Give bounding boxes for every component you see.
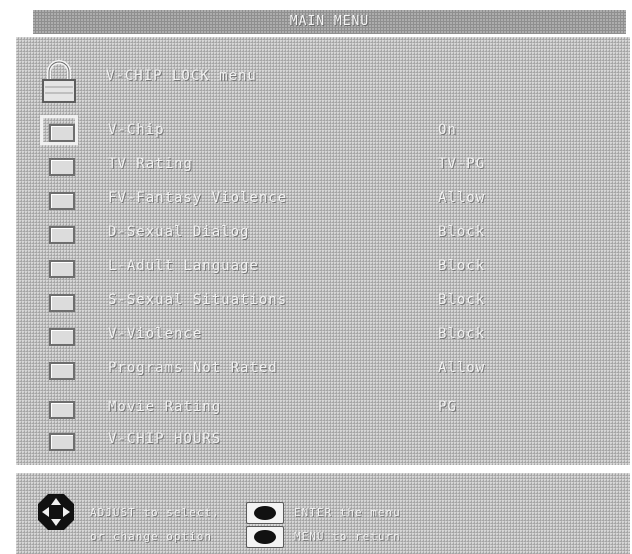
menu-item-label: FV-Fantasy Violence	[108, 190, 288, 206]
lock-icon	[42, 60, 76, 103]
enter-button-icon	[246, 502, 284, 524]
menu-item-label: D-Sexual Dialog	[108, 224, 250, 240]
menu-item-label: S-Sexual Situations	[108, 292, 288, 308]
help-text-change-option: or change option	[90, 530, 212, 543]
menu-item-value: Allow	[438, 360, 486, 376]
menu-item-label: L-Adult Language	[108, 258, 259, 274]
menu-item-value: Block	[438, 258, 486, 274]
menu-item-sexual-situations[interactable]: S-Sexual Situations Block	[16, 287, 630, 319]
item-box-icon	[49, 328, 75, 346]
item-box-icon	[49, 260, 75, 278]
menu-button-icon	[246, 526, 284, 548]
menu-panel: V-CHIP LOCK menu V-Chip On TV Rating TV-…	[16, 37, 630, 465]
title-bar: MAIN MENU	[33, 10, 626, 34]
menu-item-value: Block	[438, 326, 486, 342]
help-panel: ADJUST to select, or change option ENTER…	[16, 473, 630, 554]
menu-item-tv-rating[interactable]: TV Rating TV-PG	[16, 151, 630, 183]
item-box-icon	[49, 124, 75, 142]
menu-item-value: TV-PG	[438, 156, 486, 172]
menu-item-value: Block	[438, 292, 486, 308]
menu-item-label: Programs Not Rated	[108, 360, 278, 376]
item-box-icon	[49, 362, 75, 380]
menu-item-value: PG	[438, 399, 457, 415]
menu-item-programs-not-rated[interactable]: Programs Not Rated Allow	[16, 355, 630, 387]
menu-item-v-chip-hours[interactable]: V-CHIP HOURS	[16, 426, 630, 458]
menu-item-label: TV Rating	[108, 156, 193, 172]
help-text-menu: MENU to return	[294, 530, 401, 543]
item-box-icon	[49, 294, 75, 312]
item-box-icon	[49, 158, 75, 176]
menu-item-movie-rating[interactable]: Movie Rating PG	[16, 394, 630, 426]
menu-item-value: Allow	[438, 190, 486, 206]
menu-item-adult-language[interactable]: L-Adult Language Block	[16, 253, 630, 285]
menu-item-value: On	[438, 122, 457, 138]
v-chip-lock-menu-label: V-CHIP LOCK menu	[106, 68, 257, 84]
menu-item-label: Movie Rating	[108, 399, 222, 415]
item-box-icon	[49, 433, 75, 451]
menu-item-sexual-dialog[interactable]: D-Sexual Dialog Block	[16, 219, 630, 251]
menu-title: MAIN MENU	[289, 14, 370, 29]
menu-item-fantasy-violence[interactable]: FV-Fantasy Violence Allow	[16, 185, 630, 217]
menu-item-value: Block	[438, 224, 486, 240]
menu-item-label: V-CHIP HOURS	[108, 431, 222, 447]
menu-item-label: V-Violence	[108, 326, 203, 342]
menu-item-violence[interactable]: V-Violence Block	[16, 321, 630, 353]
item-box-icon	[49, 192, 75, 210]
help-text-enter: ENTER the menu	[294, 506, 401, 519]
menu-item-v-chip[interactable]: V-Chip On	[16, 115, 630, 149]
item-box-icon	[49, 401, 75, 419]
help-text-adjust: ADJUST to select,	[90, 506, 220, 519]
menu-item-label: V-Chip	[108, 122, 165, 138]
dpad-icon	[38, 494, 74, 530]
item-box-icon	[49, 226, 75, 244]
